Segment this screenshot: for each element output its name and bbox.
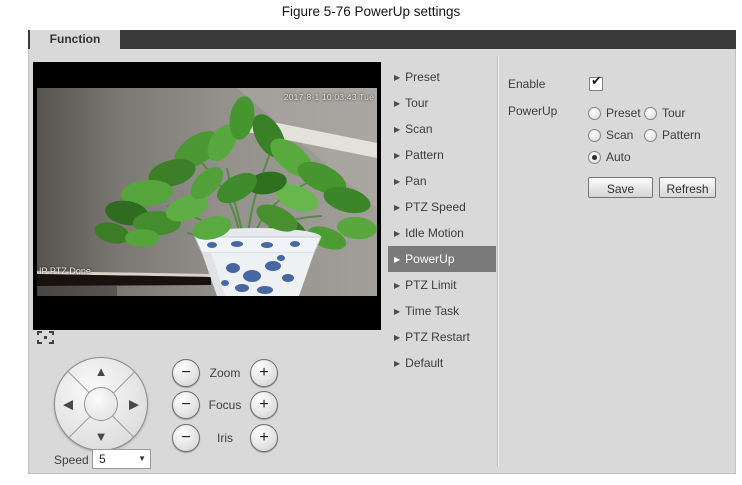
ptz-menu: ▶ Preset ▶ Tour ▶ Scan ▶ Pattern ▶ Pan ▶ PTZ Speed ▶… (388, 64, 496, 376)
save-button[interactable]: Save (588, 177, 653, 198)
dpad-up-icon[interactable]: ▲ (95, 365, 108, 378)
menu-bullet-icon: ▶ (394, 177, 401, 186)
radio-option-label: Scan (606, 128, 634, 142)
radio-option-tour[interactable]: Tour (644, 106, 685, 120)
menu-item-ptz-speed[interactable]: ▶ PTZ Speed (388, 194, 496, 220)
menu-bullet-icon: ▶ (394, 151, 401, 160)
radio-row: Auto (588, 146, 701, 168)
menu-bullet-icon: ▶ (394, 99, 401, 108)
enable-label: Enable (508, 77, 546, 91)
menu-bullet-icon: ▶ (394, 203, 401, 212)
radio-option-label: Preset (606, 106, 641, 120)
menu-item-scan[interactable]: ▶ Scan (388, 116, 496, 142)
scene-plant-in-pot (37, 88, 377, 296)
menu-item-label: Tour (405, 96, 429, 110)
menu-item-pattern[interactable]: ▶ Pattern (388, 142, 496, 168)
video-footage: 2017-8-1 10:03:43 Tue IP PTZ Done (37, 88, 377, 296)
radio-icon[interactable] (588, 128, 601, 142)
axis-label: Iris (217, 431, 233, 445)
menu-item-label: Idle Motion (405, 226, 464, 240)
video-timestamp: 2017-8-1 10:03:43 Tue (283, 92, 374, 102)
menu-item-label: Preset (405, 70, 440, 84)
enable-checkbox[interactable]: ✔ (589, 73, 603, 91)
iris-minus-button[interactable]: − (172, 424, 200, 452)
menu-bullet-icon: ▶ (394, 281, 401, 290)
menu-bullet-icon: ▶ (394, 229, 401, 238)
menu-item-label: Default (405, 356, 444, 370)
tab-bar: Function (28, 30, 736, 49)
radio-row: Scan Pattern (588, 124, 701, 146)
speed-label: Speed (54, 453, 89, 467)
dpad-right-icon[interactable]: ▶ (129, 398, 139, 411)
menu-bullet-icon: ▶ (394, 333, 401, 342)
radio-option-label: Auto (606, 150, 631, 164)
tab-function[interactable]: Function (30, 30, 120, 49)
speed-value: 5 (99, 452, 106, 466)
menu-item-powerup[interactable]: ▶ PowerUp (388, 246, 496, 272)
dpad-down-icon[interactable]: ▼ (95, 430, 108, 443)
powerup-options: Preset Tour Scan Pattern Auto (588, 102, 701, 168)
radio-icon[interactable] (644, 128, 657, 142)
menu-item-tour[interactable]: ▶ Tour (388, 90, 496, 116)
axis-row-zoom: − Zoom + (172, 359, 278, 387)
axis-label: Zoom (209, 366, 241, 380)
menu-bullet-icon: ▶ (394, 307, 401, 316)
menu-bullet-icon: ▶ (394, 359, 401, 368)
fullscreen-icon[interactable] (37, 331, 54, 344)
iris-plus-button[interactable]: + (250, 424, 278, 452)
menu-item-time-task[interactable]: ▶ Time Task (388, 298, 496, 324)
video-preview: 2017-8-1 10:03:43 Tue IP PTZ Done (33, 62, 381, 330)
radio-icon[interactable] (588, 150, 601, 164)
speed-select[interactable]: 5 ▼ (92, 449, 151, 469)
menu-item-label: Scan (405, 122, 433, 136)
radio-option-auto[interactable]: Auto (588, 150, 631, 164)
checkmark-icon: ✔ (591, 73, 602, 88)
focus-minus-button[interactable]: − (172, 391, 200, 419)
menu-item-idle-motion[interactable]: ▶ Idle Motion (388, 220, 496, 246)
powerup-label: PowerUp (508, 104, 558, 118)
radio-dot (592, 154, 597, 160)
menu-item-label: PTZ Limit (405, 278, 457, 292)
radio-option-label: Tour (662, 106, 686, 120)
focus-plus-button[interactable]: + (250, 391, 278, 419)
axis-row-focus: − Focus + (172, 391, 278, 419)
menu-item-label: PTZ Restart (405, 330, 470, 344)
ptz-direction-pad[interactable]: ▲ ▼ ◀ ▶ (54, 357, 148, 451)
chevron-down-icon: ▼ (138, 454, 146, 463)
menu-item-default[interactable]: ▶ Default (388, 350, 496, 376)
menu-item-preset[interactable]: ▶ Preset (388, 64, 496, 90)
radio-icon[interactable] (588, 106, 601, 120)
zoom-plus-button[interactable]: + (250, 359, 278, 387)
zoom-minus-button[interactable]: − (172, 359, 200, 387)
dpad-center[interactable] (84, 387, 118, 421)
radio-icon[interactable] (644, 106, 657, 120)
menu-item-label: PowerUp (405, 252, 455, 266)
menu-item-label: Time Task (405, 304, 460, 318)
menu-item-label: PTZ Speed (405, 200, 466, 214)
panel-divider (497, 56, 499, 466)
menu-item-pan[interactable]: ▶ Pan (388, 168, 496, 194)
menu-item-ptz-restart[interactable]: ▶ PTZ Restart (388, 324, 496, 350)
radio-option-preset[interactable]: Preset (588, 106, 644, 120)
menu-bullet-icon: ▶ (394, 125, 401, 134)
menu-bullet-icon: ▶ (394, 73, 401, 82)
figure-caption: Figure 5-76 PowerUp settings (281, 4, 461, 19)
dpad-left-icon[interactable]: ◀ (63, 398, 73, 411)
axis-label: Focus (208, 398, 242, 412)
radio-option-scan[interactable]: Scan (588, 128, 644, 142)
axis-row-iris: − Iris + (172, 424, 278, 452)
menu-item-ptz-limit[interactable]: ▶ PTZ Limit (388, 272, 496, 298)
radio-option-label: Pattern (662, 128, 701, 142)
radio-row: Preset Tour (588, 102, 701, 124)
video-status-osd: IP PTZ Done (39, 266, 91, 276)
menu-item-label: Pattern (405, 148, 444, 162)
menu-bullet-icon: ▶ (394, 255, 401, 264)
menu-item-label: Pan (405, 174, 427, 188)
radio-option-pattern[interactable]: Pattern (644, 128, 701, 142)
refresh-button[interactable]: Refresh (659, 177, 716, 198)
